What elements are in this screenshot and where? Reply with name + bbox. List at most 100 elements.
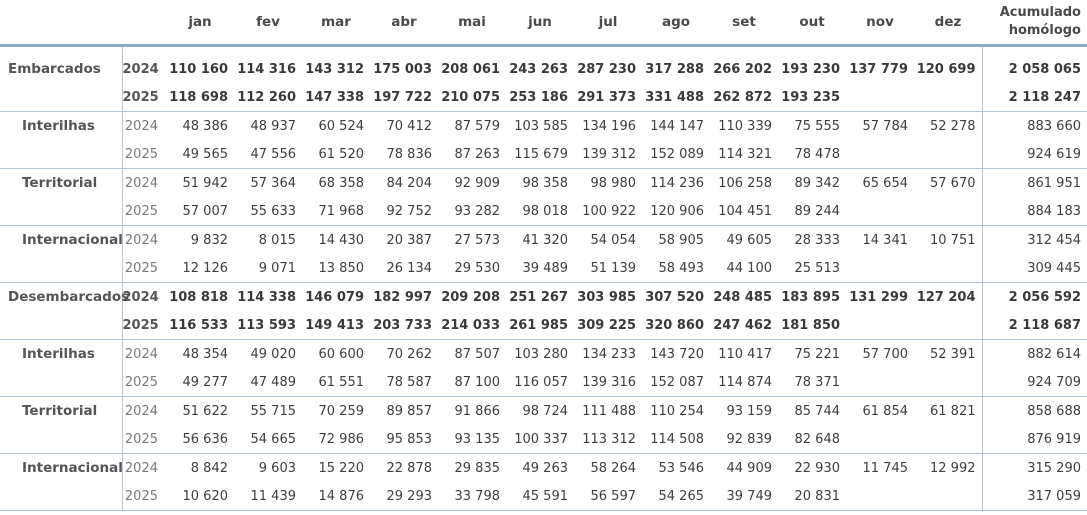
month-value-cell	[914, 254, 982, 283]
month-value-cell	[914, 197, 982, 226]
table-row: 2025 57 007 55 633 71 968 92 752 93 282 98 018…	[0, 197, 1087, 226]
month-value-cell: 92 839	[710, 425, 778, 454]
month-value-cell: 203 733	[370, 311, 438, 340]
header-row: jan fev mar abr mai jun jul ago set out …	[0, 0, 1087, 47]
month-value-cell: 78 371	[778, 368, 846, 397]
month-value-cell: 27 573	[454, 232, 501, 248]
month-value-cell: 118 698	[166, 83, 234, 112]
month-value-cell: 44 909	[726, 460, 773, 476]
month-value-cell: 127 204	[916, 289, 976, 305]
month-value-cell: 71 968	[302, 197, 370, 226]
month-value-cell: 45 591	[506, 482, 574, 511]
month-value-cell: 29 530	[438, 254, 506, 283]
row-category	[0, 311, 123, 340]
table-row: Internacional 2024 8 842 9 603 15 220 22 878 2…	[0, 453, 1087, 482]
month-value-cell: 115 679	[506, 140, 574, 169]
month-value-cell: 61 854	[862, 403, 909, 419]
row-year: 2025	[122, 254, 166, 283]
month-value-cell: 152 087	[642, 368, 710, 397]
month-value-cell: 114 236	[650, 175, 704, 191]
month-value-cell: 58 264	[590, 460, 637, 476]
month-value-cell: 331 488	[642, 83, 710, 112]
row-year: 2024	[124, 403, 158, 419]
row-category: Desembarcados	[0, 282, 129, 311]
month-value-cell: 100 922	[574, 197, 642, 226]
month-value-cell	[846, 83, 914, 112]
month-value-cell: 144 147	[650, 118, 704, 134]
month-value-cell: 114 321	[710, 140, 778, 169]
month-value-cell: 93 135	[438, 425, 506, 454]
month-value-cell: 110 339	[718, 118, 772, 134]
month-value-cell: 182 997	[373, 289, 432, 305]
month-value-cell: 9 832	[190, 232, 228, 248]
month-value-cell: 111 488	[582, 403, 636, 419]
month-value-cell	[846, 368, 914, 397]
month-value-cell: 114 874	[710, 368, 778, 397]
month-value-cell: 51 622	[182, 403, 229, 419]
month-value-cell: 84 204	[386, 175, 433, 191]
header-blank-year	[122, 0, 166, 47]
accumulated-value-cell: 883 660	[981, 111, 1087, 140]
month-header: set	[710, 0, 778, 47]
month-value-cell: 91 866	[454, 403, 501, 419]
month-value-cell: 120 699	[916, 61, 976, 77]
row-category: Interilhas	[0, 111, 123, 140]
month-value-cell: 320 860	[642, 311, 710, 340]
month-value-cell: 8 842	[190, 460, 228, 476]
month-value-cell: 104 451	[710, 197, 778, 226]
spacer-row	[0, 45, 1087, 55]
accumulated-value-cell: 312 454	[981, 225, 1087, 254]
table-row: 2025 116 533 113 593 149 413 203 733 214 033 2…	[0, 311, 1087, 340]
row-year: 2025	[122, 311, 166, 340]
month-value-cell: 95 853	[370, 425, 438, 454]
month-value-cell: 25 513	[778, 254, 846, 283]
table-row: 2025 49 277 47 489 61 551 78 587 87 100 116 05…	[0, 368, 1087, 397]
month-value-cell: 248 485	[713, 289, 772, 305]
table-row: 2025 118 698 112 260 147 338 197 722 210 075 2…	[0, 83, 1087, 112]
month-value-cell: 44 100	[710, 254, 778, 283]
accumulated-header-line2: homólogo	[1008, 23, 1081, 38]
month-value-cell: 307 520	[645, 289, 704, 305]
month-header: nov	[846, 0, 914, 47]
month-value-cell: 197 722	[370, 83, 438, 112]
month-value-cell: 53 546	[658, 460, 705, 476]
passenger-table: jan fev mar abr mai jun jul ago set out …	[0, 0, 1087, 511]
month-value-cell: 139 316	[574, 368, 642, 397]
month-value-cell: 57 670	[930, 175, 976, 191]
month-value-cell: 61 520	[302, 140, 370, 169]
month-value-cell: 68 358	[318, 175, 365, 191]
month-value-cell: 28 333	[794, 232, 841, 248]
month-value-cell: 39 489	[506, 254, 574, 283]
month-value-cell: 98 018	[506, 197, 574, 226]
row-category	[0, 425, 123, 454]
month-value-cell: 85 744	[794, 403, 841, 419]
month-value-cell: 100 337	[506, 425, 574, 454]
month-value-cell: 181 850	[778, 311, 846, 340]
month-value-cell: 9 071	[234, 254, 302, 283]
month-value-cell: 49 565	[166, 140, 234, 169]
row-year: 2025	[122, 425, 166, 454]
table-row: Territorial 2024 51 622 55 715 70 259 89 857 9…	[0, 396, 1087, 425]
month-header: jun	[506, 0, 574, 47]
month-value-cell: 49 020	[250, 346, 297, 362]
month-value-cell: 82 648	[778, 425, 846, 454]
month-value-cell: 87 100	[438, 368, 506, 397]
month-value-cell: 29 293	[370, 482, 438, 511]
month-value-cell: 8 015	[258, 232, 296, 248]
month-value-cell: 183 895	[781, 289, 840, 305]
month-value-cell: 78 836	[370, 140, 438, 169]
row-category	[0, 482, 123, 511]
month-value-cell: 209 208	[441, 289, 500, 305]
month-value-cell: 114 508	[642, 425, 710, 454]
month-value-cell: 103 585	[514, 118, 568, 134]
spacer-cell	[0, 45, 123, 55]
row-year: 2025	[122, 197, 166, 226]
accumulated-value-cell: 309 445	[981, 254, 1087, 283]
month-value-cell: 29 835	[454, 460, 501, 476]
month-value-cell: 57 007	[166, 197, 234, 226]
row-category: Territorial	[0, 168, 123, 197]
month-value-cell: 26 134	[370, 254, 438, 283]
month-value-cell: 52 278	[930, 118, 976, 134]
month-value-cell: 47 489	[234, 368, 302, 397]
month-value-cell: 14 341	[862, 232, 909, 248]
